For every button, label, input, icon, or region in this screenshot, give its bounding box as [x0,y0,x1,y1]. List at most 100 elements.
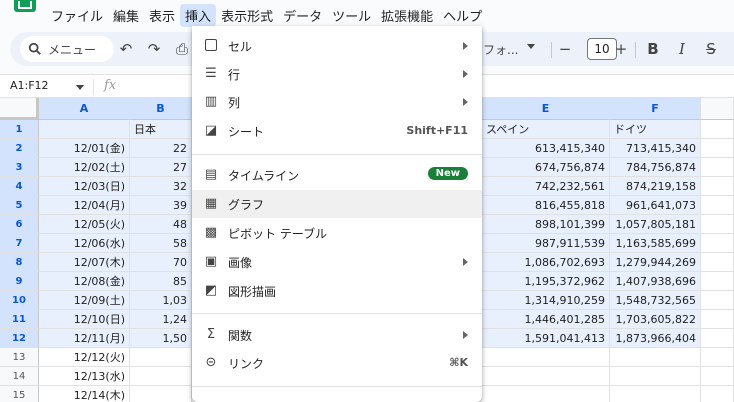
table-cell[interactable]: 961,641,073 [610,196,701,215]
table-cell[interactable]: 613,415,340 [482,139,610,158]
table-cell[interactable]: 874,219,158 [610,177,701,196]
menu-format[interactable]: 表示形式 [216,4,278,27]
menu-insert[interactable]: 挿入 [180,3,217,27]
table-cell[interactable]: 987,911,539 [482,234,610,253]
row-header[interactable]: 9 [0,272,39,291]
menu-extensions[interactable]: 拡張機能 [376,4,438,27]
font-dropdown-icon[interactable] [527,44,535,49]
table-cell[interactable] [701,272,734,291]
redo-icon[interactable]: ↷ [145,40,163,58]
undo-icon[interactable]: ↶ [117,40,135,58]
table-cell[interactable]: 1,407,938,696 [610,272,701,291]
table-cell[interactable]: 12/09(土) [39,291,130,310]
table-cell[interactable] [701,196,734,215]
row-header[interactable]: 14 [0,367,39,386]
table-cell[interactable] [130,348,192,367]
table-cell[interactable] [482,348,610,367]
row-header[interactable]: 5 [0,196,39,215]
table-cell[interactable]: 12/05(火) [39,215,130,234]
print-icon[interactable]: ⎙ [173,40,191,58]
row-header[interactable]: 10 [0,291,39,310]
table-cell[interactable]: 12/01(金) [39,139,130,158]
table-cell[interactable]: 日本 [130,120,192,139]
table-cell[interactable] [130,367,192,386]
table-cell[interactable]: 12/13(水) [39,367,130,386]
table-cell[interactable] [701,310,734,329]
table-cell[interactable] [701,139,734,158]
table-cell[interactable] [610,386,701,402]
column-header-f[interactable]: F [610,98,701,120]
table-cell[interactable] [701,120,734,139]
table-cell[interactable] [701,329,734,348]
row-header[interactable]: 7 [0,234,39,253]
select-all-corner[interactable] [0,98,39,120]
column-header-a[interactable]: A [39,98,130,120]
italic-button[interactable]: I [673,40,691,58]
table-cell[interactable]: 12/07(木) [39,253,130,272]
table-cell[interactable]: 1,703,605,822 [610,310,701,329]
name-box-dropdown-icon[interactable] [76,85,84,90]
sheets-logo-icon[interactable] [0,0,40,30]
table-cell[interactable]: 674,756,874 [482,158,610,177]
table-cell[interactable] [701,158,734,177]
table-cell[interactable]: 1,591,041,413 [482,329,610,348]
menu-item-function[interactable]: Σ 関数 [192,321,482,349]
row-header[interactable]: 11 [0,310,39,329]
decrease-font-size-button[interactable]: − [556,40,574,58]
table-cell[interactable] [701,367,734,386]
table-cell[interactable]: 898,101,399 [482,215,610,234]
table-cell[interactable]: 713,415,340 [610,139,701,158]
table-cell[interactable]: 32 [130,177,192,196]
menu-item-column[interactable]: ▥ 列 [192,88,482,116]
table-cell[interactable]: 816,455,818 [482,196,610,215]
column-header-e[interactable]: E [482,98,610,120]
table-cell[interactable]: 12/10(日) [39,310,130,329]
menu-item-timeline[interactable]: ▤ タイムライン New [192,161,482,189]
table-cell[interactable]: 1,314,910,259 [482,291,610,310]
table-cell[interactable]: 12/14(木) [39,386,130,402]
row-header[interactable]: 6 [0,215,39,234]
table-cell[interactable]: 1,195,372,962 [482,272,610,291]
name-box[interactable]: A1:F12 [10,79,49,92]
menu-search[interactable]: メニュー [20,36,114,62]
font-selector[interactable]: フォ... [483,41,518,58]
strikethrough-button[interactable]: S [702,40,720,58]
menu-file[interactable]: ファイル [46,4,108,27]
table-cell[interactable]: 12/04(月) [39,196,130,215]
menu-item-drawing[interactable]: ◩ 図形描画 [192,277,482,305]
table-cell[interactable]: 27 [130,158,192,177]
table-cell[interactable] [701,253,734,272]
table-cell[interactable]: 85 [130,272,192,291]
table-cell[interactable]: 22 [130,139,192,158]
menu-item-row[interactable]: ☰ 行 [192,60,482,88]
bold-button[interactable]: B [644,40,662,58]
table-cell[interactable]: 12/06(水) [39,234,130,253]
table-cell[interactable] [701,348,734,367]
table-cell[interactable]: 12/03(日) [39,177,130,196]
table-cell[interactable]: 48 [130,215,192,234]
menu-item-cell[interactable]: セル [192,32,482,60]
table-cell[interactable]: 12/02(土) [39,158,130,177]
table-cell[interactable] [701,234,734,253]
menu-view[interactable]: 表示 [144,4,180,27]
menu-tools[interactable]: ツール [327,4,376,27]
table-cell[interactable] [610,348,701,367]
table-cell[interactable]: 39 [130,196,192,215]
table-cell[interactable]: 1,873,966,404 [610,329,701,348]
table-cell[interactable] [610,367,701,386]
table-cell[interactable]: 1,086,702,693 [482,253,610,272]
row-header[interactable]: 3 [0,158,39,177]
table-cell[interactable]: 12/08(金) [39,272,130,291]
row-header[interactable]: 1 [0,120,39,139]
column-header-g[interactable] [701,98,734,120]
table-cell[interactable]: 1,03 [130,291,192,310]
table-cell[interactable]: スペイン [482,120,610,139]
row-header[interactable]: 8 [0,253,39,272]
table-cell[interactable]: 1,50 [130,329,192,348]
table-cell[interactable]: 58 [130,234,192,253]
menu-item-sheet[interactable]: ◪ シート Shift+F11 [192,117,482,145]
table-cell[interactable]: 1,279,944,269 [610,253,701,272]
table-cell[interactable] [39,120,130,139]
row-header[interactable]: 15 [0,386,39,402]
table-cell[interactable]: 70 [130,253,192,272]
